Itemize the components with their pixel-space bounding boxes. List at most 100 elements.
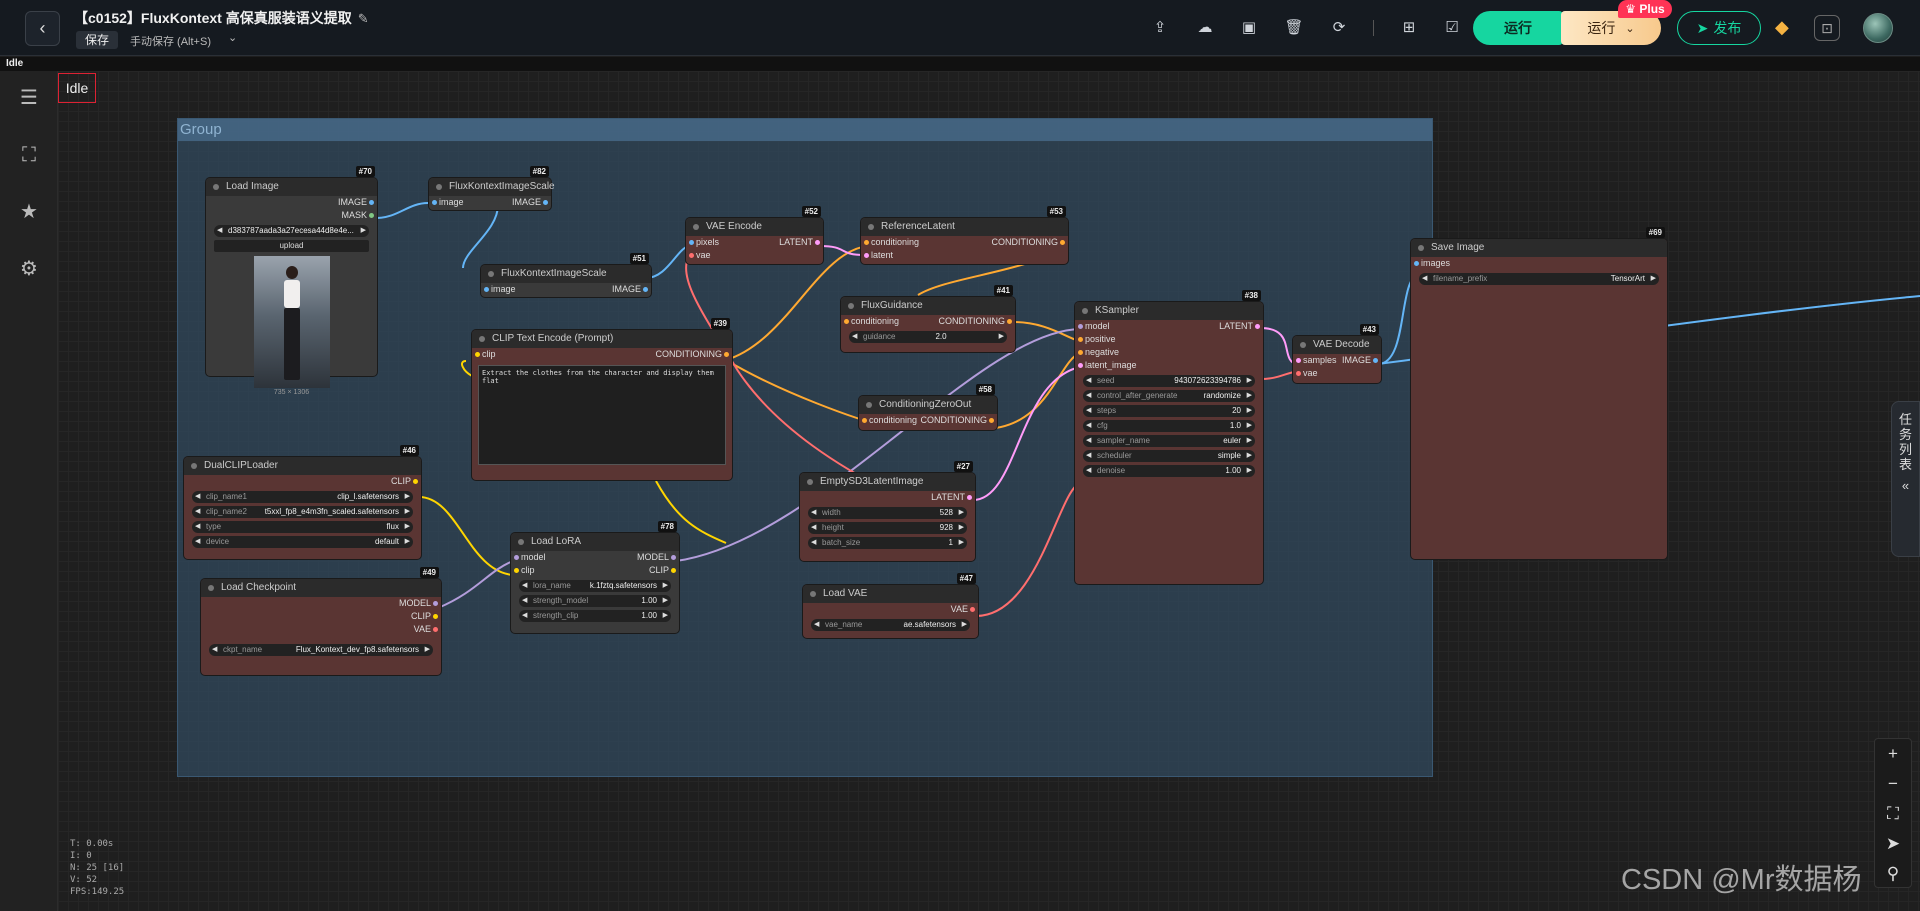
socket-dot[interactable] [1414, 261, 1419, 266]
socket-dot[interactable] [1078, 324, 1083, 329]
node-dual-clip-loader[interactable]: #46 DualCLIPLoader CLIP clip_name1 clip_l… [184, 445, 421, 559]
io-samples[interactable]: samples IMAGE [1293, 354, 1381, 367]
node-vae-decode[interactable]: #43 VAE Decode samples IMAGE vae [1293, 324, 1381, 383]
node-title[interactable]: ReferenceLatent [861, 218, 1068, 236]
socket-dot[interactable] [967, 495, 972, 500]
node-title[interactable]: Load VAE [803, 585, 978, 603]
device-widget[interactable]: device default [192, 536, 413, 548]
node-tree-icon[interactable]: ⛶ [16, 142, 42, 168]
socket-dot[interactable] [643, 287, 648, 292]
socket-dot[interactable] [1255, 324, 1260, 329]
node-title[interactable]: FluxGuidance [841, 297, 1015, 315]
control-after-generate-widget[interactable]: control_after_generate randomize [1083, 390, 1255, 402]
io-clip[interactable]: CLIP [184, 475, 421, 488]
node-load-vae[interactable]: #47 Load VAE VAE vae_name ae.safetensors [803, 573, 978, 638]
scheduler-widget[interactable]: scheduler simple [1083, 450, 1255, 462]
avatar[interactable] [1863, 13, 1893, 43]
steps-widget[interactable]: steps 20 [1083, 405, 1255, 417]
socket-dot[interactable] [724, 352, 729, 357]
batch-size-widget[interactable]: batch_size 1 [808, 537, 967, 549]
trash-icon[interactable]: 🗑 [1283, 17, 1305, 39]
socket-dot[interactable] [1078, 350, 1083, 355]
ckpt-name-widget[interactable]: ckpt_name Flux_Kontext_dev_fp8.safetensor… [209, 644, 433, 656]
node-title[interactable]: Load Image [206, 178, 377, 196]
io-model[interactable]: model LATENT [1075, 320, 1263, 333]
pointer-icon[interactable]: ➤ [1875, 829, 1911, 859]
io-conditioning[interactable]: conditioning CONDITIONING [861, 236, 1068, 249]
socket-dot[interactable] [1373, 358, 1378, 363]
io-vae[interactable]: vae [686, 249, 823, 262]
socket-dot[interactable] [862, 418, 867, 423]
output-image[interactable]: IMAGE [206, 196, 377, 209]
node-title[interactable]: FluxKontextImageScale [481, 265, 651, 283]
io-clip[interactable]: clip CLIP [511, 564, 679, 577]
lora-name-widget[interactable]: lora_name k.1fztq.safetensors [519, 580, 671, 592]
width-widget[interactable]: width 528 [808, 507, 967, 519]
io-model[interactable]: model MODEL [511, 551, 679, 564]
edit-title-icon[interactable]: ✎ [358, 11, 369, 27]
clip-name2-widget[interactable]: clip_name2 t5xxl_fp8_e4m3fn_scaled.safete… [192, 506, 413, 518]
io-vae[interactable]: vae [1293, 367, 1381, 380]
height-widget[interactable]: height 928 [808, 522, 967, 534]
node-title[interactable]: Load LoRA [511, 533, 679, 551]
publish-button[interactable]: ➤ 发布 [1677, 11, 1761, 45]
autosave-mode[interactable]: 手动保存 (Alt+S) [130, 33, 211, 49]
back-button[interactable]: ‹ [25, 11, 60, 46]
io-negative[interactable]: negative [1075, 346, 1263, 359]
socket-dot[interactable] [1078, 363, 1083, 368]
sampler-name-widget[interactable]: sampler_name euler [1083, 435, 1255, 447]
node-ksampler[interactable]: #38 KSampler model LATENT positive negati… [1075, 290, 1263, 584]
document-list-icon[interactable]: ☰ [16, 85, 42, 111]
node-clip-text-encode[interactable]: #39 CLIP Text Encode (Prompt) clip CONDIT… [472, 318, 732, 480]
image-icon[interactable]: ▣ [1238, 17, 1260, 39]
chevron-down-icon[interactable]: ⌄ [228, 31, 237, 44]
node-image-scale-51[interactable]: #51 FluxKontextImageScale image IMAGE [481, 253, 651, 297]
guidance-widget[interactable]: guidance 2.0 [849, 331, 1007, 343]
node-title[interactable]: VAE Encode [686, 218, 823, 236]
socket-dot[interactable] [864, 253, 869, 258]
fit-view-icon[interactable]: ⛶ [1875, 799, 1911, 829]
node-conditioning-zero-out[interactable]: #58 ConditioningZeroOut conditioning COND… [859, 384, 997, 430]
node-load-lora[interactable]: #78 Load LoRA model MODEL clip CLIP lora_n… [511, 521, 679, 633]
io-latent[interactable]: LATENT [800, 491, 975, 504]
node-title[interactable]: VAE Decode [1293, 336, 1381, 354]
node-save-image[interactable]: #69 Save Image images filename_prefix Ten… [1411, 227, 1667, 559]
socket-dot[interactable] [989, 418, 994, 423]
socket-dot[interactable] [844, 319, 849, 324]
upload-icon[interactable]: ⇪ [1149, 17, 1171, 39]
socket-dot[interactable] [369, 213, 374, 218]
io-vae[interactable]: VAE [201, 623, 441, 636]
socket-dot[interactable] [1078, 337, 1083, 342]
io-conditioning[interactable]: conditioning CONDITIONING [841, 315, 1015, 328]
upload-button[interactable]: upload [214, 240, 369, 252]
node-flux-guidance[interactable]: #41 FluxGuidance conditioning CONDITIONIN… [841, 285, 1015, 352]
node-image-scale-82[interactable]: #82 FluxKontextImageScale image IMAGE [429, 166, 555, 210]
socket-dot[interactable] [970, 607, 975, 612]
node-title[interactable]: DualCLIPLoader [184, 457, 421, 475]
socket-dot[interactable] [514, 568, 519, 573]
image-file-select[interactable]: d383787aada3a27ecesa44d8e4e... [214, 225, 369, 237]
socket-dot[interactable] [369, 200, 374, 205]
task-list-tab[interactable]: 任务列表 « [1891, 401, 1920, 557]
save-button[interactable]: 保存 [76, 31, 119, 49]
seed-widget[interactable]: seed 943072623394786 [1083, 375, 1255, 387]
grid-icon[interactable]: ⊞ [1398, 17, 1420, 39]
node-empty-latent-image[interactable]: #27 EmptySD3LatentImage LATENT width528 … [800, 461, 975, 561]
diamond-icon[interactable]: ◆ [1775, 17, 1789, 38]
socket-dot[interactable] [864, 240, 869, 245]
io-vae[interactable]: VAE [803, 603, 978, 616]
socket-dot[interactable] [433, 627, 438, 632]
app-icon[interactable]: ⊡ [1814, 15, 1840, 41]
zoom-out-icon[interactable]: − [1875, 769, 1911, 799]
prompt-textarea[interactable]: Extract the clothes from the character a… [478, 365, 726, 465]
strength-clip-widget[interactable]: strength_clip 1.00 [519, 610, 671, 622]
socket-dot[interactable] [484, 287, 489, 292]
node-title[interactable]: CLIP Text Encode (Prompt) [472, 330, 732, 348]
gear-icon[interactable]: ⚙ [16, 256, 42, 282]
node-title[interactable]: ConditioningZeroOut [859, 396, 997, 414]
node-vae-encode[interactable]: #52 VAE Encode pixels LATENT vae [686, 206, 823, 264]
filename-prefix-widget[interactable]: filename_prefix TensorArt [1419, 273, 1659, 285]
node-title[interactable]: KSampler [1075, 302, 1263, 320]
socket-dot[interactable] [432, 200, 437, 205]
star-icon[interactable]: ★ [16, 199, 42, 225]
